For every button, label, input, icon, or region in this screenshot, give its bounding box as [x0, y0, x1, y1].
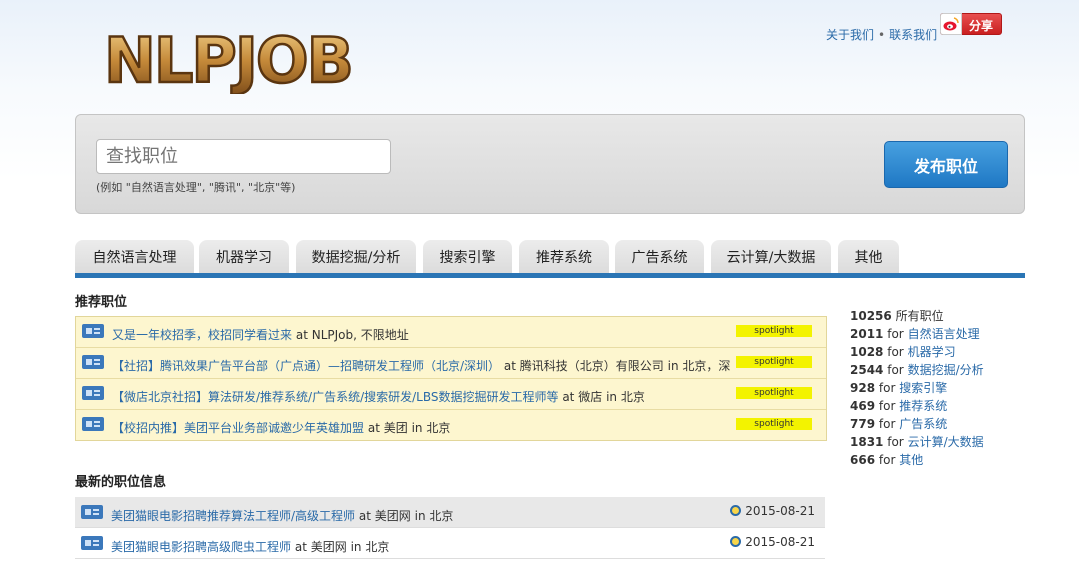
latest-row[interactable]: 美团猫眼电影招聘高级爬虫工程师 at 美团网 in 北京 2015-08-21 [75, 528, 825, 559]
post-job-button[interactable]: 发布职位 [884, 141, 1008, 188]
job-badge-icon [82, 355, 104, 369]
date-text: 2015-08-21 [745, 504, 815, 518]
company-name: 腾讯科技（北京）有限公司 [519, 359, 664, 373]
spotlight-badge: spotlight [736, 356, 812, 368]
spotlight-badge: spotlight [736, 418, 812, 430]
company-name: 美团网 [310, 540, 347, 554]
job-location: 北京 [620, 390, 645, 404]
post-date: 2015-08-21 [730, 535, 815, 549]
in-text: in [350, 540, 362, 554]
job-location: 北京，深 [682, 359, 731, 373]
in-text: in [414, 509, 426, 523]
stat-link[interactable]: 推荐系统 [899, 399, 947, 413]
nlpjob-logo[interactable]: NLPJOB [100, 22, 420, 94]
share-button[interactable]: 分享 [940, 13, 1002, 35]
stat-row: 2544 for 数据挖掘/分析 [850, 363, 984, 377]
at-text: at [294, 540, 307, 554]
stat-row: 469 for 推荐系统 [850, 399, 948, 413]
clock-icon [730, 536, 742, 547]
stat-row: 1028 for 机器学习 [850, 345, 956, 359]
search-panel: (例如 "自然语言处理", "腾讯", "北京"等) 发布职位 [75, 114, 1025, 214]
at-text: at [295, 328, 308, 342]
at-text: at [367, 421, 380, 435]
tab-data-mining[interactable]: 数据挖掘/分析 [296, 240, 416, 273]
job-badge-icon [82, 324, 104, 338]
spotlight-badge: spotlight [736, 387, 812, 399]
job-location: 北京 [429, 509, 454, 523]
stat-link[interactable]: 广告系统 [899, 417, 947, 431]
contact-link[interactable]: 联系我们 [889, 28, 937, 42]
in-text: in [606, 390, 618, 404]
tab-cloud[interactable]: 云计算/大数据 [711, 240, 831, 273]
stat-link[interactable]: 搜索引擎 [899, 381, 947, 395]
company-name: 美团网 [374, 509, 411, 523]
stat-link[interactable]: 其他 [899, 453, 923, 467]
in-text: in [411, 421, 423, 435]
weibo-icon [940, 13, 962, 35]
job-link[interactable]: 美团猫眼电影招聘高级爬虫工程师 [111, 540, 291, 554]
job-link[interactable]: 【校招内推】美团平台业务部诚邀少年英雄加盟 [112, 421, 364, 435]
tab-ads[interactable]: 广告系统 [615, 240, 704, 273]
tab-search-engine[interactable]: 搜索引擎 [423, 240, 512, 273]
stat-row: 928 for 搜索引擎 [850, 381, 948, 395]
at-text: at [503, 359, 516, 373]
job-link[interactable]: 【社招】腾讯效果广告平台部（广点通）—招聘研发工程师（北京/深圳） [112, 359, 500, 373]
spotlight-badge: spotlight [736, 325, 812, 337]
search-hint: (例如 "自然语言处理", "腾讯", "北京"等) [96, 181, 296, 194]
logo-text: NLPJOB [104, 24, 352, 94]
job-link[interactable]: 又是一年校招季，校招同学看过来 [112, 328, 292, 342]
category-stats: 10256 所有职位 2011 for 自然语言处理 1028 for 机器学习… [850, 307, 984, 469]
tab-underline [75, 273, 1025, 278]
stat-all: 10256 所有职位 [850, 309, 944, 323]
featured-title: 推荐职位 [75, 295, 128, 310]
stat-link[interactable]: 数据挖掘/分析 [908, 363, 984, 377]
stat-row: 2011 for 自然语言处理 [850, 327, 980, 341]
post-date: 2015-08-21 [730, 504, 815, 518]
job-badge-icon [82, 417, 104, 431]
featured-row[interactable]: 【微店北京社招】算法研发/推荐系统/广告系统/搜索研发/LBS数据挖掘研发工程师… [76, 379, 826, 410]
job-link[interactable]: 美团猫眼电影招聘推荐算法工程师/高级工程师 [111, 509, 355, 523]
job-link[interactable]: 【微店北京社招】算法研发/推荐系统/广告系统/搜索研发/LBS数据挖掘研发工程师… [112, 390, 559, 404]
stat-row: 779 for 广告系统 [850, 417, 948, 431]
search-input[interactable] [96, 139, 391, 174]
job-location: 北京 [365, 540, 390, 554]
share-label: 分享 [969, 19, 994, 33]
date-text: 2015-08-21 [745, 535, 815, 549]
about-link[interactable]: 关于我们 [826, 28, 874, 42]
in-text: in [667, 359, 679, 373]
job-badge-icon [81, 505, 103, 519]
job-badge-icon [81, 536, 103, 550]
company-name: NLPJob, 不限地址 [311, 328, 409, 342]
job-location: 北京 [426, 421, 451, 435]
at-text: at [562, 390, 575, 404]
featured-row[interactable]: 又是一年校招季，校招同学看过来 at NLPJob, 不限地址 spotligh… [76, 317, 826, 348]
stat-link[interactable]: 云计算/大数据 [908, 435, 984, 449]
featured-list: 又是一年校招季，校招同学看过来 at NLPJob, 不限地址 spotligh… [75, 316, 827, 441]
job-badge-icon [82, 386, 104, 400]
featured-row[interactable]: 【校招内推】美团平台业务部诚邀少年英雄加盟 at 美团 in 北京 spotli… [76, 410, 826, 441]
latest-row[interactable]: 美团猫眼电影招聘推荐算法工程师/高级工程师 at 美团网 in 北京 2015-… [75, 497, 825, 528]
top-links: 关于我们 • 联系我们 [826, 28, 938, 42]
company-name: 美团 [383, 421, 408, 435]
stat-link[interactable]: 自然语言处理 [908, 327, 980, 341]
featured-row[interactable]: 【社招】腾讯效果广告平台部（广点通）—招聘研发工程师（北京/深圳） at 腾讯科… [76, 348, 826, 379]
latest-title: 最新的职位信息 [75, 475, 167, 490]
tab-ml[interactable]: 机器学习 [199, 240, 289, 273]
stat-row: 1831 for 云计算/大数据 [850, 435, 984, 449]
clock-icon [730, 505, 742, 516]
at-text: at [358, 509, 371, 523]
tab-nlp[interactable]: 自然语言处理 [75, 240, 194, 273]
tab-recommender[interactable]: 推荐系统 [519, 240, 609, 273]
stat-link[interactable]: 机器学习 [908, 345, 956, 359]
company-name: 微店 [578, 390, 603, 404]
tab-other[interactable]: 其他 [838, 240, 899, 273]
stat-row: 666 for 其他 [850, 453, 924, 467]
